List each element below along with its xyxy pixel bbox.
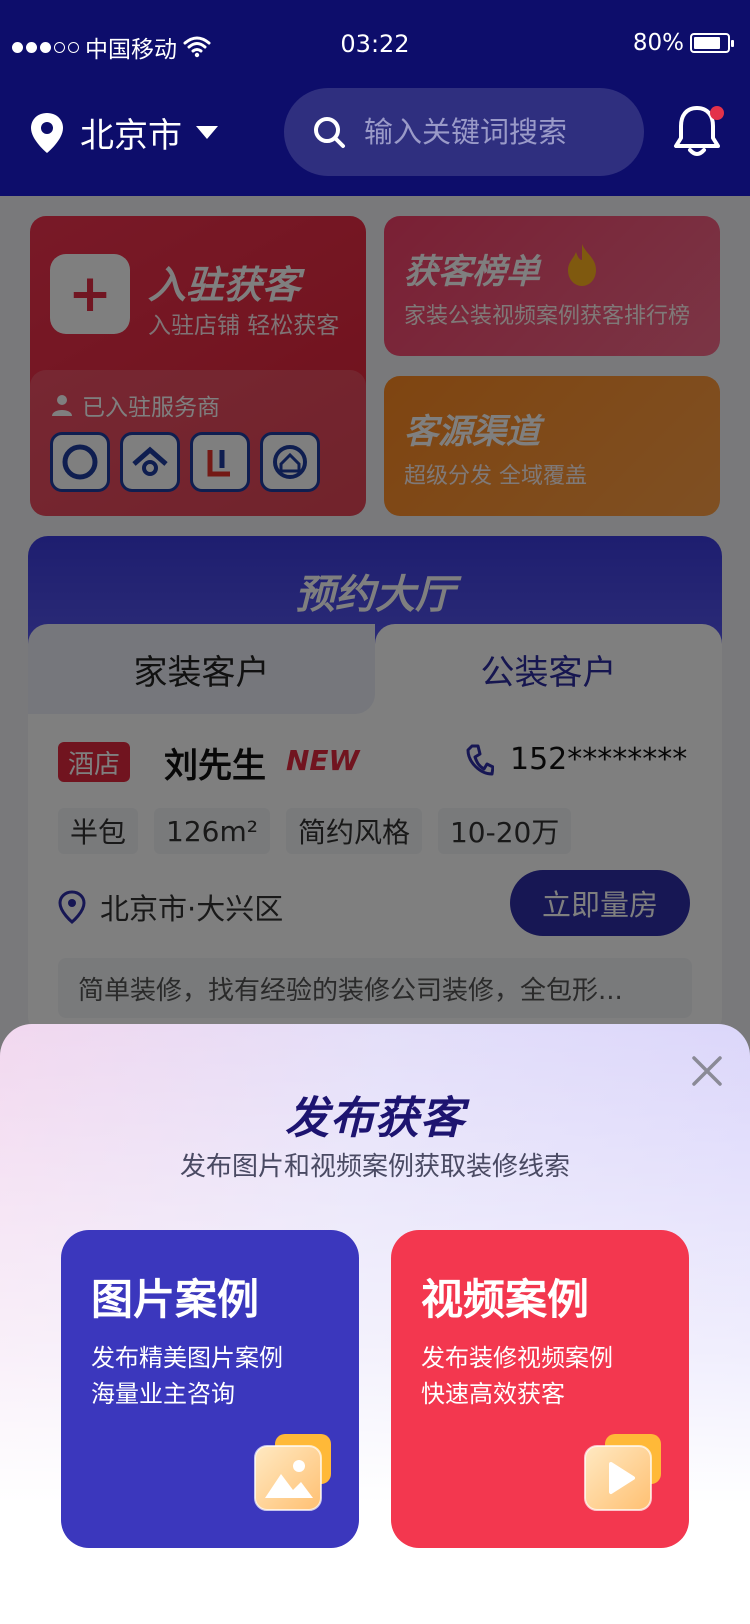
option-title: 图片案例 bbox=[91, 1275, 260, 1324]
search-icon bbox=[314, 117, 345, 148]
option-title: 视频案例 bbox=[421, 1275, 590, 1324]
city-selector[interactable]: 北京市 bbox=[28, 108, 218, 157]
notification-badge bbox=[710, 106, 724, 120]
search-input[interactable] bbox=[364, 115, 624, 149]
status-bar: 中国移动 03:22 80% bbox=[0, 26, 750, 66]
option-desc-1: 发布装修视频案例 bbox=[421, 1344, 613, 1372]
video-case-option[interactable]: 视频案例 发布装修视频案例 快速高效获客 bbox=[391, 1230, 689, 1548]
image-icon bbox=[254, 1434, 331, 1511]
option-desc-1: 发布精美图片案例 bbox=[91, 1344, 283, 1372]
notification-bell[interactable] bbox=[672, 102, 728, 162]
publish-sheet: 发布获客 发布图片和视频案例获取装修线索 图片案例 发布精美图片案例 海量业主咨… bbox=[0, 1024, 750, 1624]
battery-icon bbox=[690, 33, 734, 53]
battery-percent: 80% bbox=[632, 30, 684, 56]
image-case-option[interactable]: 图片案例 发布精美图片案例 海量业主咨询 bbox=[61, 1230, 359, 1548]
caret-down-icon bbox=[196, 125, 218, 139]
option-desc-2: 快速高效获客 bbox=[421, 1380, 565, 1408]
app-header: 中国移动 03:22 80% 北京市 bbox=[0, 0, 750, 196]
sheet-title: 发布获客 bbox=[285, 1093, 465, 1144]
option-desc-2: 海量业主咨询 bbox=[91, 1380, 235, 1408]
sheet-subtitle: 发布图片和视频案例获取装修线索 bbox=[179, 1152, 570, 1182]
location-pin-icon bbox=[31, 112, 63, 153]
battery-info: 80% bbox=[632, 30, 734, 56]
city-name: 北京市 bbox=[80, 116, 182, 156]
search-bar[interactable] bbox=[284, 88, 644, 176]
play-video-icon bbox=[584, 1434, 661, 1511]
